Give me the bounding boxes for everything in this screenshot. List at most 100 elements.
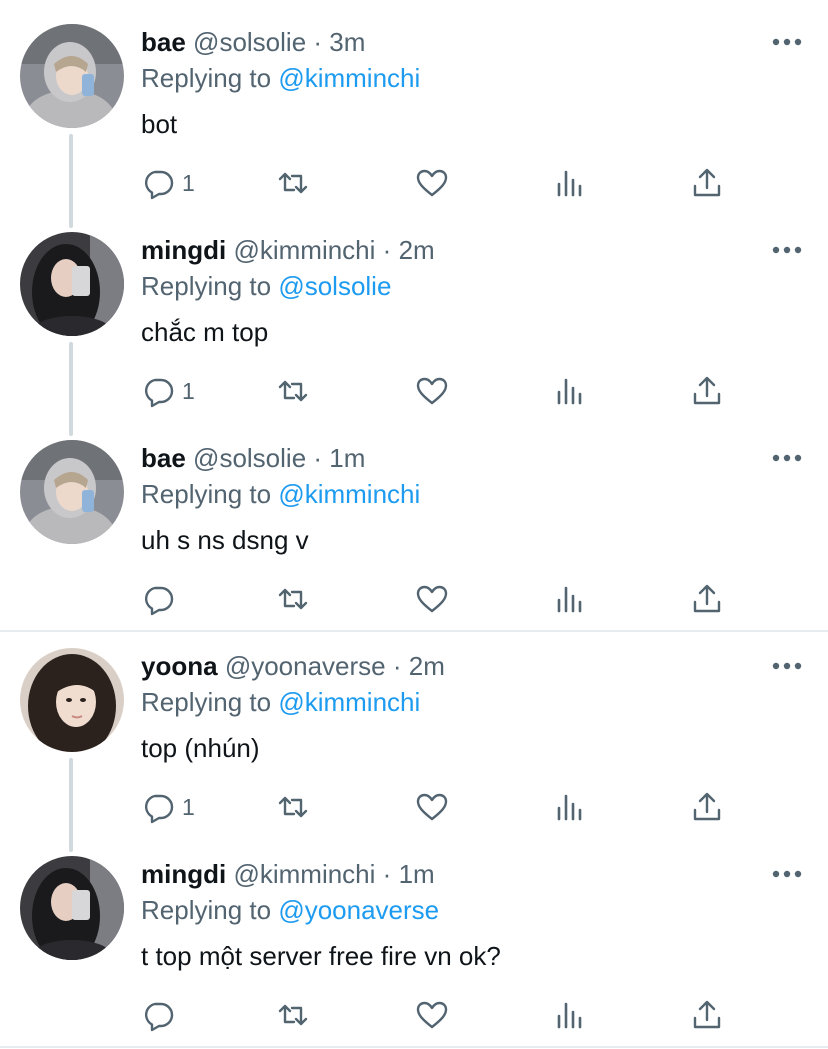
mention-link[interactable]: @kimminchi xyxy=(278,687,420,717)
timestamp[interactable]: 2m xyxy=(399,235,435,265)
display-name[interactable]: bae xyxy=(141,27,186,57)
tweet-header: yoona @yoonaverse · 2m xyxy=(141,650,445,682)
views-button[interactable] xyxy=(553,366,587,416)
tweet-text: top (nhún) xyxy=(141,733,260,763)
replying-to: Replying to @kimminchi xyxy=(141,686,420,718)
display-name[interactable]: mingdi xyxy=(141,235,226,265)
share-button[interactable] xyxy=(690,366,724,416)
tweet[interactable]: mingdi @kimminchi · 2m Replying to @sols… xyxy=(0,208,828,416)
action-bar: 1 xyxy=(141,782,741,832)
bottom-divider xyxy=(0,1046,828,1048)
avatar[interactable] xyxy=(20,24,124,128)
retweet-button[interactable] xyxy=(276,990,310,1040)
views-button[interactable] xyxy=(553,782,587,832)
replying-to-label: Replying to xyxy=(141,271,272,301)
heart-icon xyxy=(415,166,449,200)
avatar[interactable] xyxy=(20,648,124,752)
views-icon xyxy=(553,790,587,824)
mention-link[interactable]: @yoonaverse xyxy=(278,895,439,925)
like-button[interactable] xyxy=(415,366,449,416)
retweet-button[interactable] xyxy=(276,574,310,624)
retweet-icon xyxy=(276,998,310,1032)
retweet-button[interactable] xyxy=(276,366,310,416)
user-handle[interactable]: @kimminchi xyxy=(233,235,375,265)
reply-icon xyxy=(141,374,175,408)
more-icon[interactable] xyxy=(770,446,804,470)
heart-icon xyxy=(415,790,449,824)
retweet-button[interactable] xyxy=(276,782,310,832)
timestamp[interactable]: 2m xyxy=(409,651,445,681)
user-handle[interactable]: @solsolie xyxy=(193,27,306,57)
separator-dot: · xyxy=(313,443,323,473)
display-name[interactable]: mingdi xyxy=(141,859,226,889)
like-button[interactable] xyxy=(415,574,449,624)
reply-count: 1 xyxy=(182,377,195,404)
replying-to-label: Replying to xyxy=(141,63,272,93)
reply-count: 1 xyxy=(182,169,195,196)
timestamp[interactable]: 1m xyxy=(399,859,435,889)
retweet-icon xyxy=(276,374,310,408)
tweet[interactable]: mingdi @kimminchi · 1m Replying to @yoon… xyxy=(0,832,828,1040)
like-button[interactable] xyxy=(415,158,449,208)
like-button[interactable] xyxy=(415,782,449,832)
views-button[interactable] xyxy=(553,574,587,624)
mention-link[interactable]: @kimminchi xyxy=(278,63,420,93)
heart-icon xyxy=(415,582,449,616)
user-handle[interactable]: @yoonaverse xyxy=(225,651,386,681)
reply-button[interactable]: 1 xyxy=(141,158,195,208)
reply-button[interactable]: 1 xyxy=(141,366,195,416)
retweet-icon xyxy=(276,790,310,824)
reply-count: 1 xyxy=(182,793,195,820)
tweet-text: bot xyxy=(141,109,178,139)
separator-dot: · xyxy=(382,235,392,265)
views-button[interactable] xyxy=(553,158,587,208)
more-icon[interactable] xyxy=(770,238,804,262)
avatar[interactable] xyxy=(20,856,124,960)
tweet[interactable]: bae @solsolie · 3m Replying to @kimminch… xyxy=(0,0,828,208)
replying-to-label: Replying to xyxy=(141,895,272,925)
user-handle[interactable]: @solsolie xyxy=(193,443,306,473)
separator-dot: · xyxy=(392,651,402,681)
views-icon xyxy=(553,374,587,408)
retweet-button[interactable] xyxy=(276,158,310,208)
share-icon xyxy=(690,790,724,824)
more-icon[interactable] xyxy=(770,862,804,886)
tweet-header: bae @solsolie · 3m xyxy=(141,26,365,58)
share-button[interactable] xyxy=(690,574,724,624)
replying-to: Replying to @kimminchi xyxy=(141,478,420,510)
action-bar: 1 xyxy=(141,366,741,416)
views-icon xyxy=(553,998,587,1032)
reply-button[interactable]: 1 xyxy=(141,782,195,832)
tweet[interactable]: bae @solsolie · 1m Replying to @kimminch… xyxy=(0,416,828,624)
replying-to: Replying to @kimminchi xyxy=(141,62,420,94)
share-button[interactable] xyxy=(690,990,724,1040)
display-name[interactable]: bae xyxy=(141,443,186,473)
mention-link[interactable]: @kimminchi xyxy=(278,479,420,509)
avatar[interactable] xyxy=(20,232,124,336)
views-button[interactable] xyxy=(553,990,587,1040)
tweet-header: mingdi @kimminchi · 1m xyxy=(141,858,435,890)
share-icon xyxy=(690,998,724,1032)
heart-icon xyxy=(415,374,449,408)
user-handle[interactable]: @kimminchi xyxy=(233,859,375,889)
share-button[interactable] xyxy=(690,782,724,832)
share-icon xyxy=(690,582,724,616)
more-icon[interactable] xyxy=(770,654,804,678)
reply-icon xyxy=(141,166,175,200)
tweet[interactable]: yoona @yoonaverse · 2m Replying to @kimm… xyxy=(0,624,828,832)
tweet-text: uh s ns dsng v xyxy=(141,525,309,555)
like-button[interactable] xyxy=(415,990,449,1040)
mention-link[interactable]: @solsolie xyxy=(278,271,391,301)
reply-button[interactable] xyxy=(141,990,182,1040)
display-name[interactable]: yoona xyxy=(141,651,218,681)
timestamp[interactable]: 1m xyxy=(329,443,365,473)
more-icon[interactable] xyxy=(770,30,804,54)
share-button[interactable] xyxy=(690,158,724,208)
heart-icon xyxy=(415,998,449,1032)
avatar[interactable] xyxy=(20,440,124,544)
timestamp[interactable]: 3m xyxy=(329,27,365,57)
reply-icon xyxy=(141,582,175,616)
retweet-icon xyxy=(276,582,310,616)
reply-button[interactable] xyxy=(141,574,182,624)
replying-to-label: Replying to xyxy=(141,687,272,717)
